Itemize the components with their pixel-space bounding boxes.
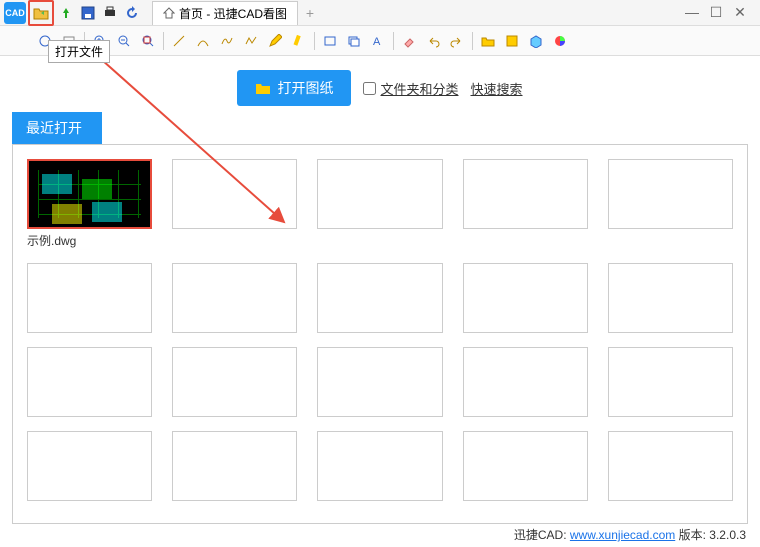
color-wheel-icon[interactable] — [549, 30, 571, 52]
folder-category-input[interactable] — [363, 82, 376, 95]
zoom-extents-icon[interactable] — [137, 30, 159, 52]
action-bar: 打开图纸 文件夹和分类 快速搜索 — [0, 56, 760, 112]
polyline-icon[interactable] — [240, 30, 262, 52]
folder-icon[interactable] — [477, 30, 499, 52]
grid-item[interactable] — [317, 431, 442, 501]
window-icon[interactable] — [319, 30, 341, 52]
grid-item[interactable] — [608, 431, 733, 501]
grid-item[interactable] — [608, 263, 733, 333]
line-icon[interactable] — [168, 30, 190, 52]
version-label: 版本: — [679, 528, 706, 542]
grid-item[interactable] — [317, 347, 442, 417]
maximize-button[interactable]: ☐ — [708, 4, 724, 21]
grid-item[interactable] — [172, 347, 297, 417]
open-button-label: 打开图纸 — [277, 78, 333, 98]
titlebar: CAD 首页 - 迅捷CAD看图 + — ☐ ✕ — [0, 0, 760, 26]
print-icon[interactable] — [100, 3, 120, 23]
reload-icon[interactable] — [122, 3, 142, 23]
version-number: 3.2.0.3 — [709, 528, 746, 542]
highlighter-icon[interactable] — [288, 30, 310, 52]
file-label: 示例.dwg — [27, 232, 152, 249]
grid-item-0[interactable]: 示例.dwg — [27, 159, 152, 249]
grid-item[interactable] — [27, 263, 152, 333]
book-icon[interactable] — [501, 30, 523, 52]
grid-item[interactable] — [172, 159, 297, 249]
grid-item[interactable] — [27, 347, 152, 417]
pencil-icon[interactable] — [264, 30, 286, 52]
arc-icon[interactable] — [192, 30, 214, 52]
grid-item[interactable] — [463, 431, 588, 501]
spline-icon[interactable] — [216, 30, 238, 52]
open-file-highlight — [28, 0, 54, 26]
undo-icon[interactable] — [422, 30, 444, 52]
text-icon[interactable]: A — [367, 30, 389, 52]
eraser-icon[interactable] — [398, 30, 420, 52]
tab-add[interactable]: + — [300, 5, 320, 21]
folder-open-icon — [255, 81, 271, 95]
close-button[interactable]: ✕ — [732, 4, 748, 21]
cad-thumbnail — [32, 164, 147, 223]
save-icon[interactable] — [78, 3, 98, 23]
grid-item[interactable] — [317, 159, 442, 249]
redo-icon[interactable] — [446, 30, 468, 52]
grid-item[interactable] — [463, 159, 588, 249]
app-icon: CAD — [4, 2, 26, 24]
footer-link[interactable]: www.xunjiecad.com — [570, 528, 675, 542]
footer-brand: 迅捷CAD: — [514, 528, 567, 542]
tab-home[interactable]: 首页 - 迅捷CAD看图 — [152, 1, 298, 25]
toolbar: A — [0, 26, 760, 56]
open-file-button[interactable] — [31, 3, 51, 23]
grid-container: 示例.dwg — [12, 144, 748, 524]
box-icon[interactable] — [525, 30, 547, 52]
tab-label: 首页 - 迅捷CAD看图 — [179, 5, 287, 22]
layers-icon[interactable] — [343, 30, 365, 52]
tooltip: 打开文件 — [48, 40, 110, 63]
grid-item[interactable] — [463, 263, 588, 333]
home-icon — [163, 7, 175, 19]
grid-item[interactable] — [317, 263, 442, 333]
grid-item[interactable] — [463, 347, 588, 417]
svg-text:A: A — [373, 36, 381, 48]
zoom-out-icon[interactable] — [113, 30, 135, 52]
folder-category-checkbox[interactable]: 文件夹和分类 — [363, 79, 458, 98]
checkbox-text: 文件夹和分类 — [380, 79, 458, 98]
grid-item[interactable] — [608, 347, 733, 417]
palm-icon[interactable] — [56, 3, 76, 23]
quick-search-link[interactable]: 快速搜索 — [471, 79, 523, 98]
footer: 迅捷CAD: www.xunjiecad.com 版本: 3.2.0.3 — [514, 526, 746, 543]
grid-item[interactable] — [172, 431, 297, 501]
grid-item[interactable] — [608, 159, 733, 249]
minimize-button[interactable]: — — [684, 4, 700, 21]
open-drawing-button[interactable]: 打开图纸 — [237, 70, 351, 106]
grid-item[interactable] — [172, 263, 297, 333]
recent-header: 最近打开 — [12, 112, 102, 144]
grid-item[interactable] — [27, 431, 152, 501]
